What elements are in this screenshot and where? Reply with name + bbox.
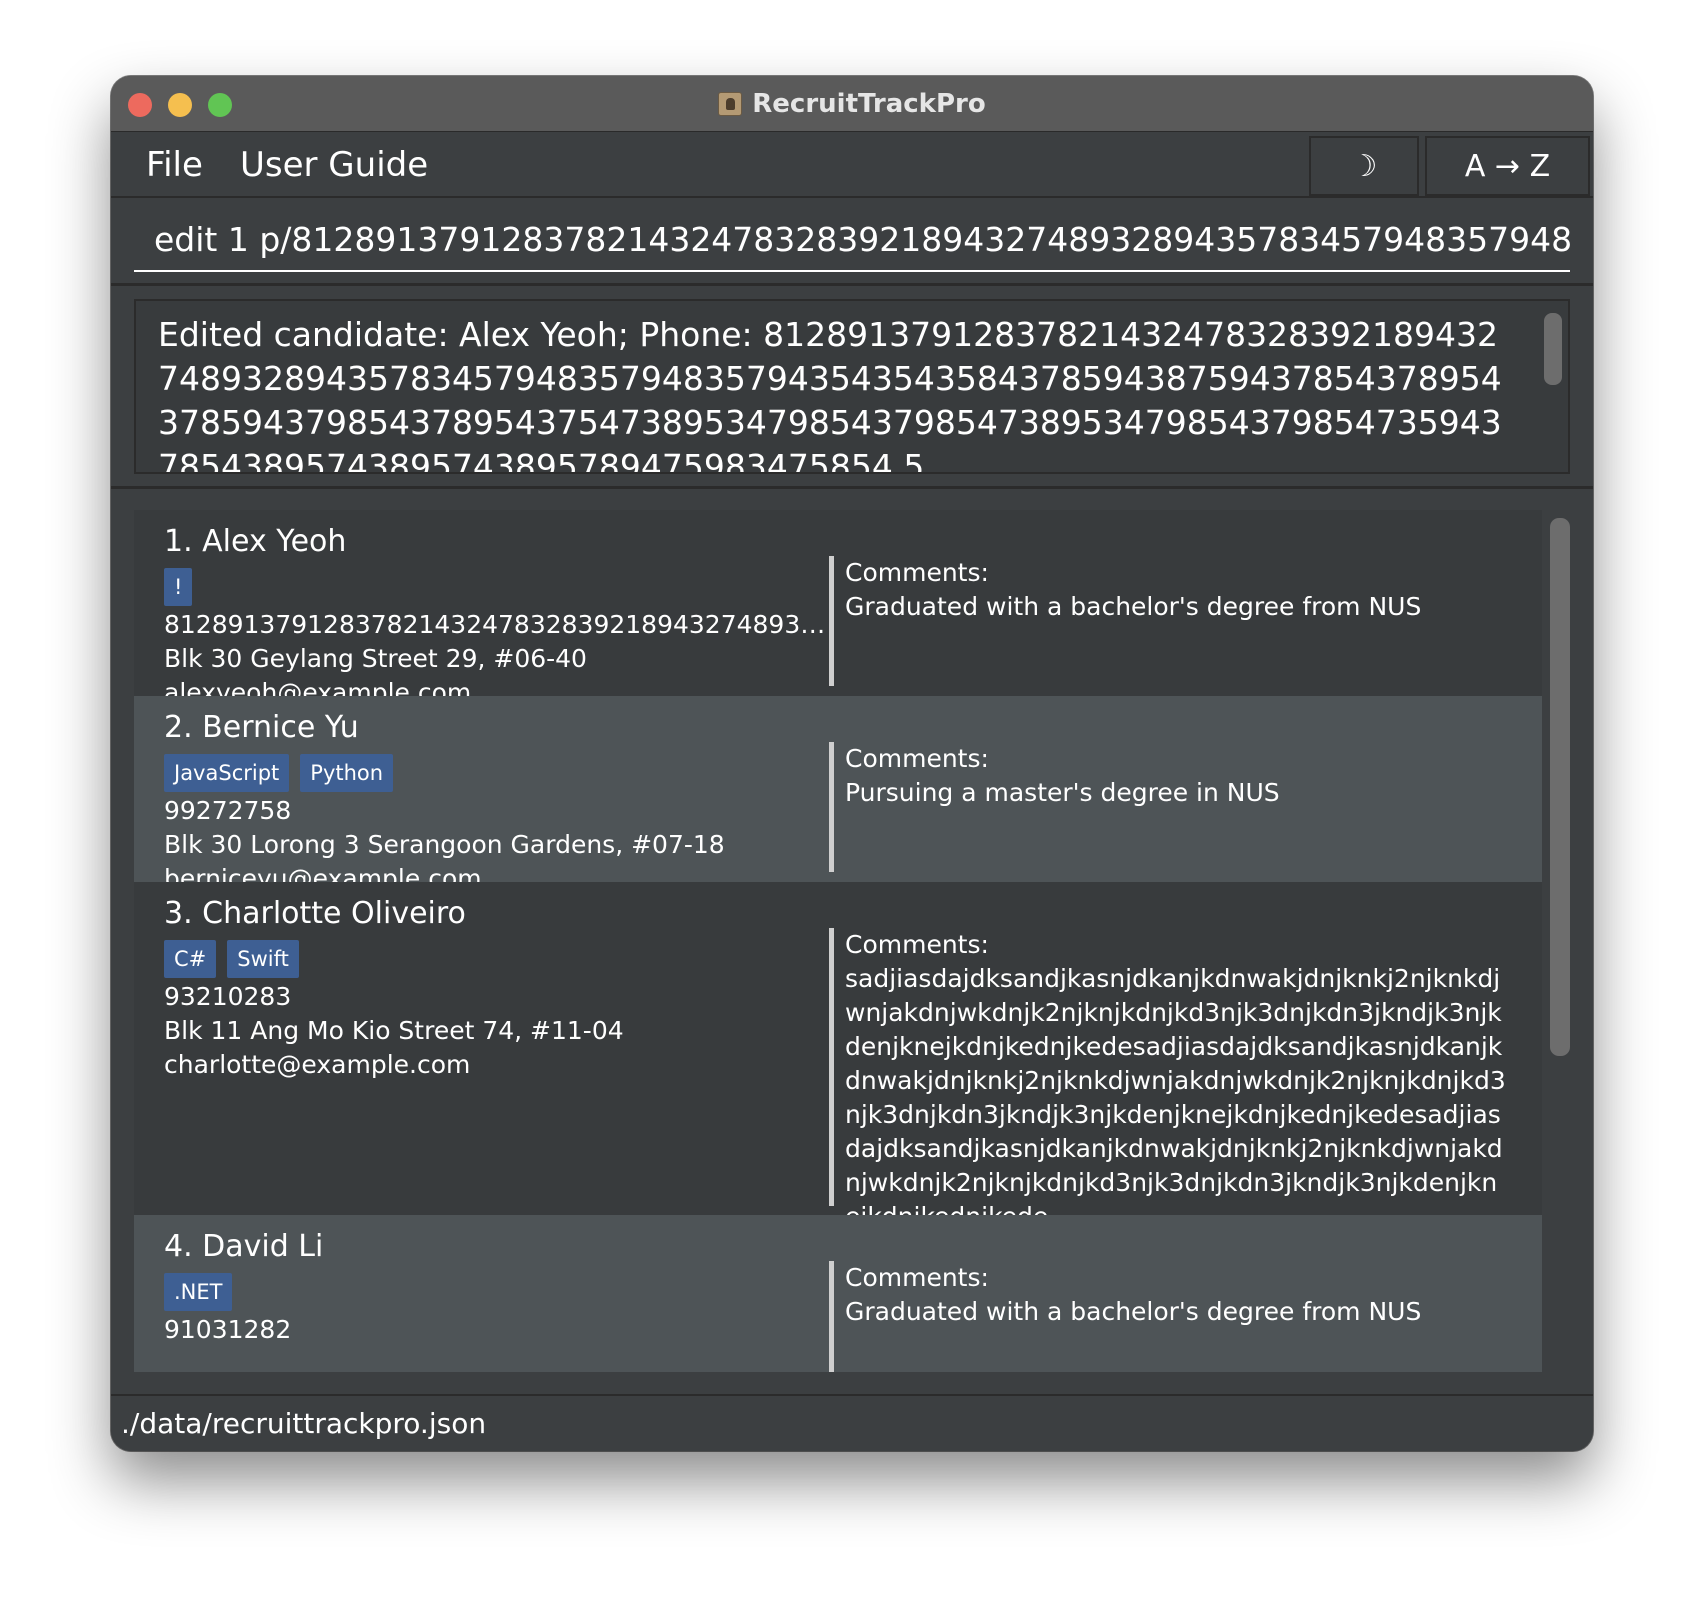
tag: ! [164,568,193,606]
tag-list: JavaScript Python [164,754,834,792]
command-input[interactable]: edit 1 p/8128913791283782143247832839218… [134,210,1570,272]
app-window: RecruitTrackPro File User Guide ☽ A → Z … [111,76,1593,1451]
candidate-details: 1. Alex Yeoh ! 8128913791283782143247832… [164,522,834,710]
menu-bar: File User Guide ☽ A → Z [111,132,1593,198]
candidate-name: 1. Alex Yeoh [164,524,347,559]
candidate-email: charlotte@example.com [164,1050,471,1079]
candidate-details: 2. Bernice Yu JavaScript Python 99272758… [164,708,834,896]
result-scrollbar[interactable] [1544,313,1562,385]
title-bar: RecruitTrackPro [111,76,1593,132]
comments-text: Graduated with a bachelor's degree from … [845,592,1422,621]
tag-list: ! [164,568,834,606]
tag-list: C# Swift [164,940,834,978]
list-scrollbar[interactable] [1550,518,1570,1056]
candidate-details: 4. David Li .NET 91031282 [164,1227,834,1347]
candidate-address: Blk 11 Ang Mo Kio Street 74, #11-04 [164,1016,624,1045]
command-area: edit 1 p/8128913791283782143247832839218… [111,198,1593,286]
candidate-card[interactable]: 2. Bernice Yu JavaScript Python 99272758… [134,696,1542,893]
result-area: Edited candidate: Alex Yeoh; Phone: 8128… [111,286,1593,489]
candidate-name: 3. Charlotte Oliveiro [164,896,466,931]
tag: .NET [164,1273,233,1311]
candidate-card[interactable]: 3. Charlotte Oliveiro C# Swift 93210283 … [134,882,1542,1231]
candidate-comments: Comments: Graduated with a bachelor's de… [829,556,1509,686]
candidate-card[interactable]: 4. David Li .NET 91031282 Comments: Grad… [134,1215,1542,1372]
window-title: RecruitTrackPro [752,89,986,119]
comments-label: Comments: [845,744,989,773]
menu-user-guide[interactable]: User Guide [240,142,428,188]
candidate-address: Blk 30 Geylang Street 29, #06-40 [164,644,587,673]
candidate-name: 2. Bernice Yu [164,710,359,745]
candidate-name: 4. David Li [164,1229,324,1264]
theme-toggle-button[interactable]: ☽ [1309,136,1419,196]
candidate-phone: 8128913791283782143247832839218943274893… [164,610,834,639]
status-bar: ./data/recruittrackpro.json [111,1394,1593,1451]
tag: JavaScript [164,754,290,792]
sort-button[interactable]: A → Z [1425,136,1590,196]
candidate-card[interactable]: 1. Alex Yeoh ! 8128913791283782143247832… [134,510,1542,707]
contact-book-icon [718,92,743,116]
tag: Swift [227,940,299,978]
moon-icon: ☽ [1350,148,1378,184]
comments-text: Pursuing a master's degree in NUS [845,778,1280,807]
candidate-comments: Comments: Pursuing a master's degree in … [829,742,1509,872]
candidate-list-area: 1. Alex Yeoh ! 8128913791283782143247832… [111,489,1593,1394]
result-display[interactable]: Edited candidate: Alex Yeoh; Phone: 8128… [134,299,1570,474]
comments-text: sadjiasdajdksandjkasnjdkanjkdnwakjdnjknk… [845,964,1506,1231]
menu-file[interactable]: File [146,142,203,188]
candidate-comments: Comments: Graduated with a bachelor's de… [829,1261,1509,1372]
comments-label: Comments: [845,930,989,959]
candidate-address: Blk 30 Lorong 3 Serangoon Gardens, #07-1… [164,830,725,859]
window-title-group: RecruitTrackPro [111,76,1593,132]
candidate-phone: 93210283 [164,982,292,1011]
candidate-details: 3. Charlotte Oliveiro C# Swift 93210283 … [164,894,834,1082]
comments-label: Comments: [845,1263,989,1292]
data-file-path: ./data/recruittrackpro.json [121,1407,487,1440]
comments-text: Graduated with a bachelor's degree from … [845,1297,1422,1326]
tag: C# [164,940,217,978]
tag: Python [300,754,394,792]
result-text: Edited candidate: Alex Yeoh; Phone: 8128… [158,315,1502,474]
comments-label: Comments: [845,558,989,587]
candidate-list[interactable]: 1. Alex Yeoh ! 8128913791283782143247832… [134,510,1542,1372]
tag-list: .NET [164,1273,834,1311]
candidate-phone: 91031282 [164,1315,292,1344]
candidate-phone: 99272758 [164,796,292,825]
candidate-comments: Comments: sadjiasdajdksandjkasnjdkanjkdn… [829,928,1509,1231]
